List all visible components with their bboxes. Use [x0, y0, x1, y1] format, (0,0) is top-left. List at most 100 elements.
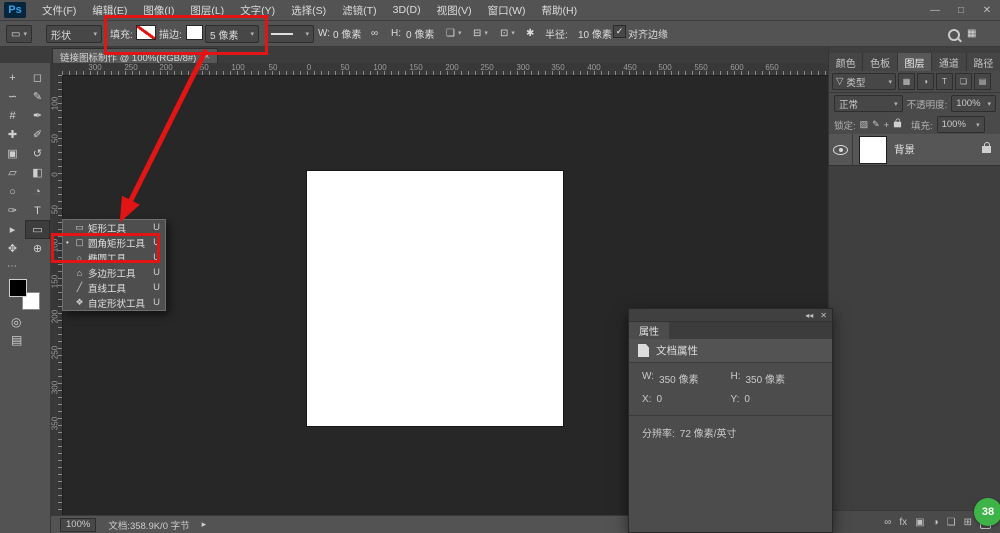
layer-thumbnail[interactable]	[860, 137, 886, 163]
zoom-tool[interactable]: ⊕	[25, 239, 50, 258]
menu-select[interactable]: 选择(S)	[283, 0, 334, 20]
clone-stamp-tool[interactable]: ▣	[0, 144, 25, 163]
tool-preset-dropdown[interactable]: ▭ ▾	[6, 25, 32, 43]
menu-layer[interactable]: 图层(L)	[182, 0, 232, 20]
gradient-tool[interactable]: ◧	[25, 163, 50, 182]
menu-edit[interactable]: 编辑(E)	[84, 0, 135, 20]
menu-type[interactable]: 文字(Y)	[232, 0, 283, 20]
notification-badge[interactable]: 38	[974, 498, 1000, 526]
menu-image[interactable]: 图像(I)	[135, 0, 182, 20]
tab-properties[interactable]: 属性	[629, 322, 669, 339]
filter-shape-layers-icon[interactable]: ❏	[955, 73, 972, 90]
stroke-color-swatch[interactable]	[186, 25, 203, 40]
fill-opacity-field[interactable]: 100% ▾	[937, 116, 985, 133]
edit-toolbar-icon[interactable]: ⋯	[7, 261, 17, 272]
healing-brush-tool[interactable]: ✚	[0, 125, 25, 144]
radius-value[interactable]: 10 像素	[578, 25, 612, 41]
eyedropper-tool[interactable]: ✒	[25, 106, 50, 125]
status-menu-arrow-icon[interactable]: ▸	[202, 519, 207, 530]
blur-tool[interactable]: ○	[0, 182, 25, 201]
path-operations-dropdown[interactable]: ❏ ▾	[446, 25, 461, 41]
layer-row-background[interactable]: 背景	[829, 134, 1000, 166]
screen-mode-icon[interactable]: ▤	[11, 333, 22, 347]
minimize-button[interactable]: —	[922, 0, 948, 20]
tool-mode-select[interactable]: 形状 ▾	[46, 25, 102, 43]
tab-layers[interactable]: 图层	[898, 53, 932, 71]
filter-adjustment-layers-icon[interactable]: ◑	[917, 73, 934, 90]
horizontal-ruler[interactable]: 300 250 200 150 100 50 0 50 100 150 200 …	[62, 63, 828, 76]
adjustment-layer-icon[interactable]: ◑	[933, 517, 939, 528]
fill-color-swatch[interactable]	[136, 25, 156, 40]
add-layer-mask-icon[interactable]: ▣	[915, 517, 924, 528]
close-button[interactable]: ✕	[974, 0, 1000, 20]
rect-marquee-tool[interactable]: ◻	[25, 68, 50, 87]
new-layer-icon[interactable]: ⊞	[964, 517, 972, 528]
lock-position-icon[interactable]: +	[884, 120, 889, 130]
menu-3d[interactable]: 3D(D)	[385, 0, 429, 20]
hand-tool[interactable]: ✥	[0, 239, 25, 258]
width-value[interactable]: 0 像素	[333, 25, 361, 41]
layer-name[interactable]: 背景	[894, 142, 982, 157]
zoom-level-field[interactable]: 100%	[60, 518, 96, 532]
lasso-tool[interactable]: ∽	[0, 87, 25, 106]
menu-file[interactable]: 文件(F)	[34, 0, 84, 20]
menu-window[interactable]: 窗口(W)	[480, 0, 534, 20]
layer-styles-icon[interactable]: fx	[899, 517, 907, 528]
close-document-icon[interactable]: ✕	[203, 52, 210, 61]
link-dimensions-icon[interactable]: ∞	[371, 25, 378, 41]
layer-filter-type-dropdown[interactable]: ▽ 类型 ▾	[832, 73, 896, 90]
lock-all-icon[interactable]	[894, 122, 901, 128]
filter-type-layers-icon[interactable]: T	[936, 73, 953, 90]
eraser-tool[interactable]: ▱	[0, 163, 25, 182]
history-brush-tool[interactable]: ↺	[25, 144, 50, 163]
foreground-color-swatch[interactable]	[9, 279, 27, 297]
document-canvas[interactable]	[307, 171, 563, 426]
document-tab[interactable]: 链接图标制作 @ 100%(RGB/8#) ✕	[52, 48, 218, 64]
document-size-info[interactable]: 文档:358.9K/0 字节	[108, 518, 189, 532]
gear-icon[interactable]: ✱	[526, 25, 534, 41]
flyout-polygon-tool[interactable]: ⌂ 多边形工具 U	[63, 265, 165, 280]
search-icon[interactable]	[948, 29, 960, 41]
brush-tool[interactable]: ✐	[25, 125, 50, 144]
path-arrangement-dropdown[interactable]: ⊡ ▾	[500, 25, 515, 41]
align-edges-checkbox[interactable]: ✓	[613, 25, 626, 38]
stroke-width-field[interactable]: 5 像素 ▾	[205, 25, 259, 43]
lock-pixels-icon[interactable]: ✎	[872, 119, 880, 130]
quick-selection-tool[interactable]: ✎	[25, 87, 50, 106]
flyout-ellipse-tool[interactable]: ○ 椭圆工具 U	[63, 250, 165, 265]
layer-visibility-eye-icon[interactable]	[833, 145, 848, 155]
menu-filter[interactable]: 滤镜(T)	[334, 0, 384, 20]
link-layers-icon[interactable]: ∞	[884, 517, 891, 528]
crop-tool[interactable]: #	[0, 106, 25, 125]
dodge-tool[interactable]: ◔	[25, 182, 50, 201]
blend-mode-select[interactable]: 正常 ▾	[834, 95, 903, 112]
pen-tool[interactable]: ✑	[0, 201, 25, 220]
path-alignment-dropdown[interactable]: ⊟ ▾	[473, 25, 488, 41]
filter-pixel-layers-icon[interactable]: ▦	[898, 73, 915, 90]
opacity-field[interactable]: 100% ▾	[951, 95, 996, 112]
rectangle-shape-tool[interactable]: ▭	[25, 220, 50, 239]
properties-titlebar[interactable]: ◂◂ ✕	[629, 309, 832, 322]
workspace-switcher-icon[interactable]: ▦	[967, 25, 976, 41]
restore-button[interactable]: □	[948, 0, 974, 20]
flyout-line-tool[interactable]: ╱ 直线工具 U	[63, 280, 165, 295]
flyout-custom-shape-tool[interactable]: ❖ 自定形状工具 U	[63, 295, 165, 310]
stroke-style-dropdown[interactable]: ▾	[266, 25, 314, 43]
height-value[interactable]: 0 像素	[406, 25, 434, 41]
menu-help[interactable]: 帮助(H)	[534, 0, 586, 20]
new-group-icon[interactable]: ❏	[947, 517, 956, 528]
flyout-rounded-rectangle-tool[interactable]: • ▢ 圆角矩形工具 U	[63, 235, 165, 250]
tab-channels[interactable]: 通道	[932, 53, 966, 71]
lock-transparency-icon[interactable]: ▨	[860, 119, 869, 130]
tab-swatches[interactable]: 色板	[863, 53, 897, 71]
filter-smart-objects-icon[interactable]: ▤	[974, 73, 991, 90]
quick-mask-icon[interactable]: ◎	[11, 315, 21, 329]
tab-color[interactable]: 颜色	[829, 53, 863, 71]
flyout-rectangle-tool[interactable]: ▭ 矩形工具 U	[63, 220, 165, 235]
type-tool[interactable]: T	[25, 201, 50, 220]
path-selection-tool[interactable]: ▸	[0, 220, 25, 239]
tab-paths[interactable]: 路径	[967, 53, 1000, 71]
move-tool[interactable]: +	[0, 68, 25, 87]
collapse-panel-icon[interactable]: ◂◂	[805, 311, 813, 320]
menu-view[interactable]: 视图(V)	[429, 0, 480, 20]
